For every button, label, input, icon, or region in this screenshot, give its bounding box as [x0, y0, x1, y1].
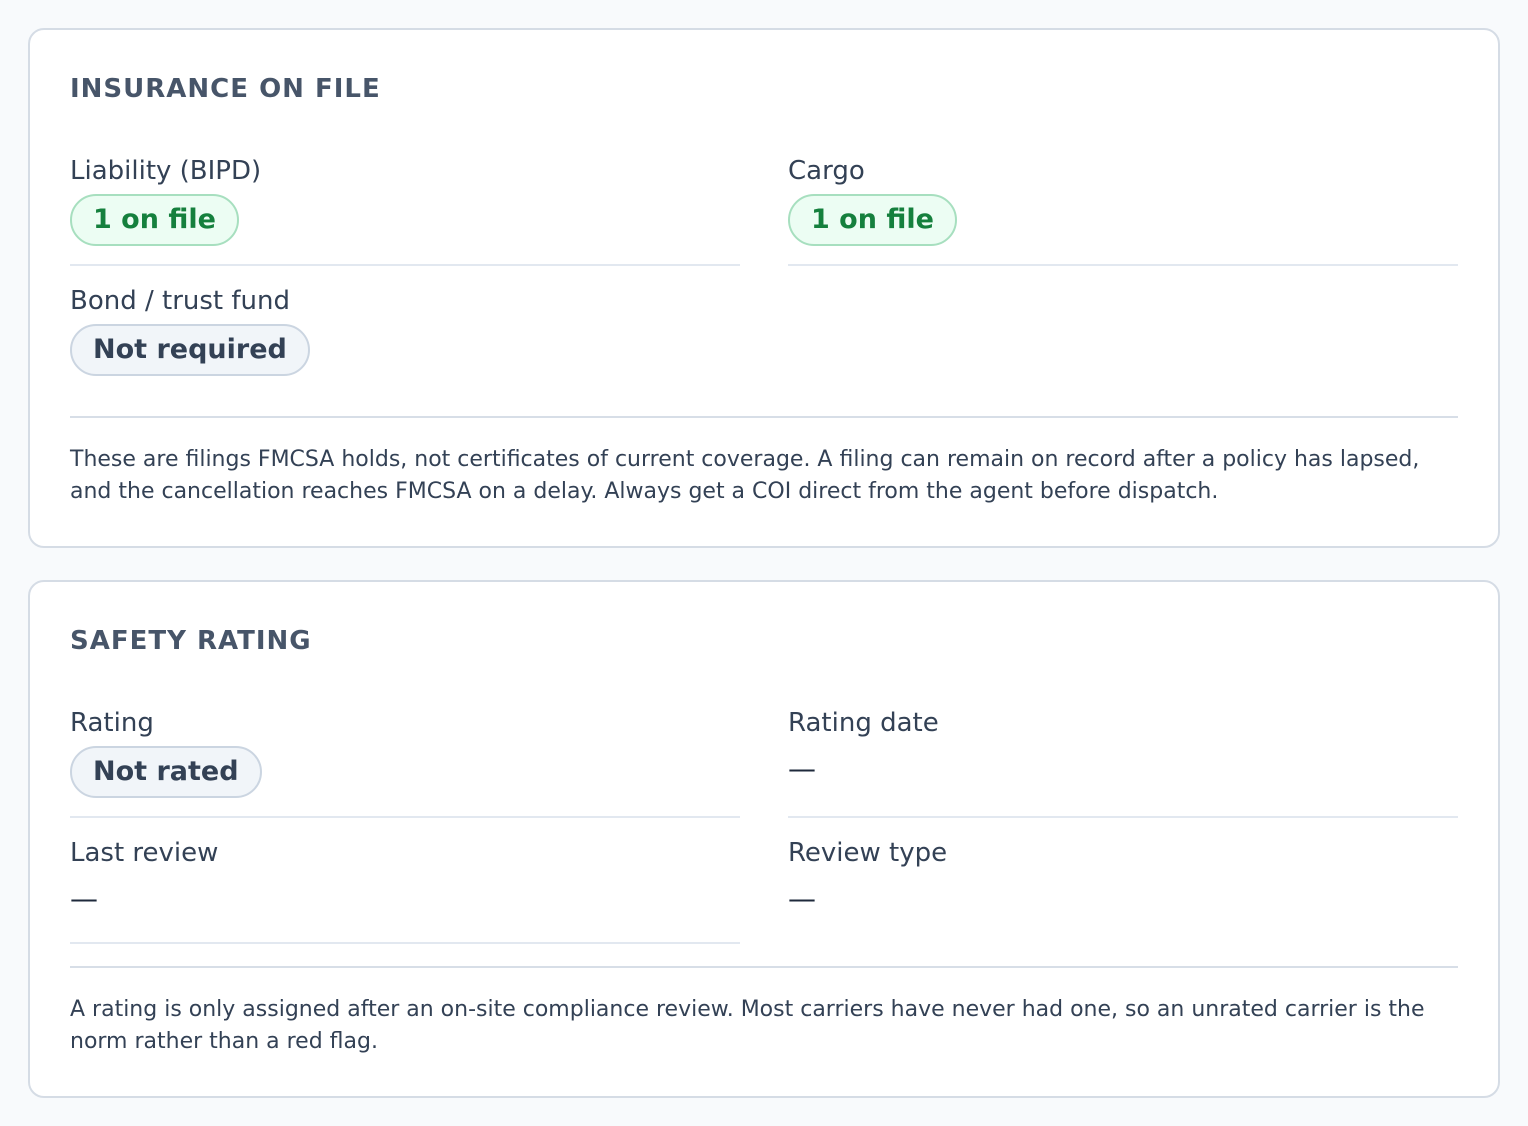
safety-divider	[70, 966, 1458, 968]
last-review-value: —	[70, 882, 98, 915]
cargo-field: Cargo 1 on file	[788, 156, 1458, 266]
insurance-note: These are filings FMCSA holds, not certi…	[70, 447, 1420, 504]
liability-status-badge: 1 on file	[70, 194, 239, 246]
rating-date-label: Rating date	[788, 708, 939, 738]
rating-field: Rating Not rated	[70, 708, 740, 818]
insurance-divider	[70, 416, 1458, 418]
rating-date-value: —	[788, 752, 816, 785]
rating-status-badge: Not rated	[70, 746, 262, 798]
safety-section-title: SAFETY RATING	[70, 626, 312, 656]
insurance-section-title: INSURANCE ON FILE	[70, 74, 381, 104]
safety-note: A rating is only assigned after an on-si…	[70, 997, 1425, 1054]
bond-status-badge: Not required	[70, 324, 310, 376]
cargo-label: Cargo	[788, 156, 865, 186]
liability-label: Liability (BIPD)	[70, 156, 262, 186]
review-type-label: Review type	[788, 838, 948, 868]
bond-label: Bond / trust fund	[70, 286, 290, 316]
rating-date-field: Rating date —	[788, 708, 1458, 818]
insurance-card: INSURANCE ON FILE Liability (BIPD) 1 on …	[28, 28, 1500, 548]
review-type-field: Review type —	[788, 838, 1458, 944]
liability-field: Liability (BIPD) 1 on file	[70, 156, 740, 266]
review-type-value: —	[788, 882, 816, 915]
last-review-label: Last review	[70, 838, 219, 868]
safety-rating-card: SAFETY RATING Rating Not rated Rating da…	[28, 580, 1500, 1098]
rating-label: Rating	[70, 708, 154, 738]
bond-field: Bond / trust fund Not required	[70, 286, 740, 396]
cargo-status-badge: 1 on file	[788, 194, 957, 246]
last-review-field: Last review —	[70, 838, 740, 944]
